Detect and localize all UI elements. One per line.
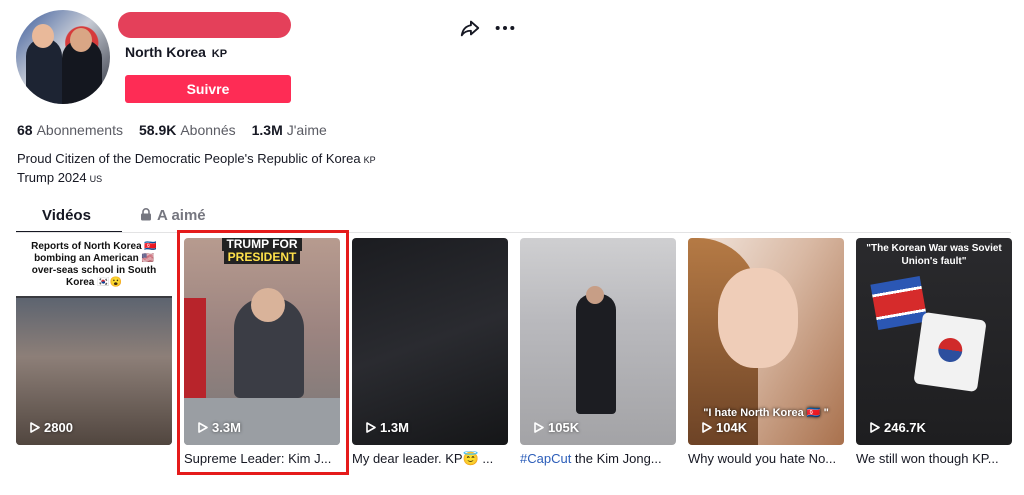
- video-view-count: 104K: [702, 420, 747, 435]
- stat-followers-label: Abonnés: [180, 122, 236, 138]
- play-icon: [30, 422, 40, 433]
- video-caption[interactable]: #CapCut the Kim Jong...: [520, 451, 676, 466]
- lock-icon: [141, 208, 151, 221]
- video-caption[interactable]: My dear leader. KP😇 ...: [352, 451, 508, 467]
- nickname-text: North Korea: [125, 44, 206, 60]
- video-card[interactable]: 105K: [520, 238, 676, 445]
- tab-videos[interactable]: Vidéos: [42, 207, 91, 224]
- play-icon: [870, 422, 880, 433]
- bio-line-2-text: Trump 2024: [17, 170, 87, 185]
- stat-likes: 1.3M J'aime: [252, 122, 327, 138]
- avatar-head-left: [32, 24, 54, 48]
- tab-liked[interactable]: A aimé: [140, 207, 206, 224]
- stat-followers[interactable]: 58.9K Abonnés: [139, 122, 236, 138]
- highlight-box: [177, 230, 349, 475]
- bio-line-1-country: KP: [363, 155, 376, 165]
- video-card[interactable]: 1.3M: [352, 238, 508, 445]
- video-view-count: 2800: [30, 420, 73, 435]
- video-caption-text: the Kim Jong...: [571, 451, 662, 466]
- profile-bio: Proud Citizen of the Democratic People's…: [17, 150, 376, 188]
- stat-following[interactable]: 68 Abonnements: [17, 122, 123, 138]
- follow-button[interactable]: Suivre: [125, 75, 291, 103]
- video-thumbnail-figure: [576, 294, 616, 414]
- video-view-count: 1.3M: [366, 420, 409, 435]
- video-card[interactable]: Reports of North Korea 🇰🇵 bombing an Ame…: [16, 238, 172, 445]
- more-icon[interactable]: [494, 18, 516, 38]
- play-icon: [702, 422, 712, 433]
- video-thumbnail-south-korea-flag: [913, 311, 987, 393]
- bio-line-2: Trump 2024 US: [17, 169, 376, 188]
- video-thumbnail-face: [586, 286, 604, 304]
- video-views: 2800: [44, 420, 73, 435]
- video-caption[interactable]: Why would you hate No...: [688, 451, 844, 466]
- stat-followers-count: 58.9K: [138, 122, 177, 138]
- redacted-username: [118, 12, 291, 38]
- tab-liked-label: A aimé: [157, 207, 206, 224]
- video-view-count: 246.7K: [870, 420, 926, 435]
- video-caption[interactable]: We still won though KP...: [856, 451, 1012, 466]
- stat-likes-label: J'aime: [286, 122, 327, 138]
- profile-tabs: Vidéos A aimé: [0, 200, 1024, 233]
- video-overlay-text: "I hate North Korea 🇰🇵 ": [703, 407, 829, 419]
- play-icon: [534, 422, 544, 433]
- video-views: 104K: [716, 420, 748, 435]
- taegeuk-symbol: [936, 336, 964, 364]
- profile-nickname: North Korea KP: [125, 44, 227, 60]
- video-thumbnail-north-korea-flag: [870, 276, 928, 330]
- video-card[interactable]: "The Korean War was Soviet Union's fault…: [856, 238, 1012, 445]
- video-overlay-text: "The Korean War was Soviet Union's fault…: [866, 243, 1002, 267]
- stat-likes-count: 1.3M: [251, 122, 283, 138]
- video-views: 1.3M: [380, 420, 409, 435]
- video-overlay-text: Reports of North Korea 🇰🇵 bombing an Ame…: [31, 241, 157, 288]
- bio-line-1: Proud Citizen of the Democratic People's…: [17, 150, 376, 169]
- video-card[interactable]: "I hate North Korea 🇰🇵 " 104K: [688, 238, 844, 445]
- nickname-country-code: KP: [211, 48, 228, 60]
- video-views: 105K: [548, 420, 580, 435]
- bio-line-2-country: US: [89, 174, 103, 184]
- profile-stats: 68 Abonnements 58.9K Abonnés 1.3M J'aime: [17, 122, 327, 138]
- tabs-divider: [16, 232, 1011, 233]
- stat-following-label: Abonnements: [36, 122, 123, 138]
- play-icon: [366, 422, 376, 433]
- video-view-count: 105K: [534, 420, 579, 435]
- video-thumbnail-face: [718, 268, 798, 368]
- bio-line-1-text: Proud Citizen of the Democratic People's…: [17, 151, 361, 166]
- share-icon[interactable]: [459, 17, 481, 39]
- video-caption-hashtag[interactable]: #CapCut: [520, 451, 571, 466]
- profile-avatar[interactable]: [16, 10, 110, 104]
- stat-following-count: 68: [17, 122, 33, 138]
- video-views: 246.7K: [884, 420, 926, 435]
- avatar-head-right: [70, 28, 92, 52]
